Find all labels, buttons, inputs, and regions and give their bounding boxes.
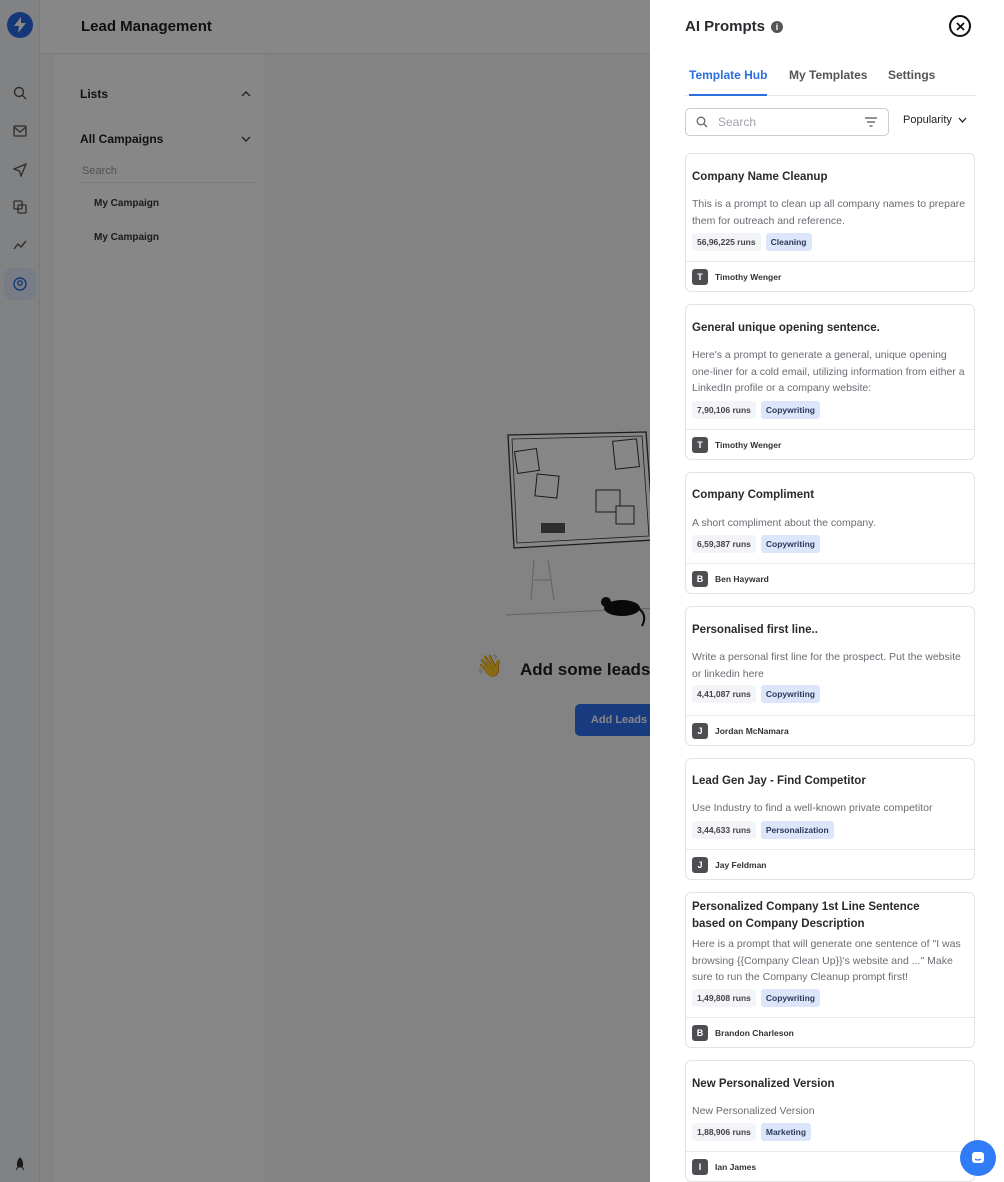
chat-support-button[interactable] xyxy=(960,1140,996,1176)
category-tag: Cleaning xyxy=(765,233,812,251)
prompt-card-description: New Personalized Version xyxy=(692,1105,815,1117)
prompt-card-footer: T Timothy Wenger xyxy=(686,429,974,459)
run-count: 1,49,808 runs xyxy=(692,989,756,1007)
prompt-card-meta: 4,41,087 runs Copywriting xyxy=(692,685,820,703)
author-name: Brandon Charleson xyxy=(715,1027,794,1038)
category-tag: Marketing xyxy=(760,1123,812,1141)
prompt-card-footer: I Ian James xyxy=(686,1151,974,1181)
avatar: T xyxy=(692,436,708,453)
prompt-card-title: General unique opening sentence. xyxy=(692,322,880,334)
prompt-card[interactable]: Company Name Cleanup This is a prompt to… xyxy=(685,153,975,292)
prompt-card-description: Write a personal first line for the pros… xyxy=(692,651,961,680)
prompt-card-description: Here's a prompt to generate a general, u… xyxy=(692,349,965,394)
prompt-card-footer: T Timothy Wenger xyxy=(686,261,974,291)
drawer-tabs: Template Hub My Templates Settings xyxy=(685,60,976,96)
prompt-card[interactable]: General unique opening sentence. Here's … xyxy=(685,304,975,460)
drawer-title: AI Prompts i xyxy=(685,18,784,35)
prompt-card-title: Company Name Cleanup xyxy=(692,171,828,183)
prompt-card-meta: 56,96,225 runs Cleaning xyxy=(692,233,812,251)
category-tag: Copywriting xyxy=(760,401,820,419)
author-name: Jordan McNamara xyxy=(715,725,789,736)
avatar: T xyxy=(692,268,708,285)
info-icon[interactable]: i xyxy=(771,20,784,33)
avatar: B xyxy=(692,570,708,587)
prompt-card-description: Use Industry to find a well-known privat… xyxy=(692,802,933,814)
prompt-card-meta: 3,44,633 runs Personalization xyxy=(692,821,834,839)
prompt-card-description: This is a prompt to clean up all company… xyxy=(692,198,966,227)
chat-icon xyxy=(972,1152,984,1163)
prompt-card-description: Here is a prompt that will generate one … xyxy=(692,938,961,983)
ai-prompts-drawer: AI Prompts i Template Hub My Templates S… xyxy=(650,0,1004,1182)
template-search-input[interactable]: Search xyxy=(685,108,889,136)
run-count: 7,90,106 runs xyxy=(692,401,756,419)
run-count: 3,44,633 runs xyxy=(692,821,756,839)
run-count: 56,96,225 runs xyxy=(692,233,761,251)
sort-dropdown[interactable]: Popularity xyxy=(903,114,967,126)
category-tag: Copywriting xyxy=(760,685,820,703)
prompt-card-description: A short compliment about the company. xyxy=(692,517,876,529)
avatar: J xyxy=(692,856,708,873)
prompt-card-meta: 7,90,106 runs Copywriting xyxy=(692,401,820,419)
avatar: J xyxy=(692,722,708,739)
prompt-card[interactable]: Personalized Company 1st Line Sentence b… xyxy=(685,892,975,1048)
prompt-card[interactable]: Company Compliment A short compliment ab… xyxy=(685,472,975,594)
prompt-card-footer: B Ben Hayward xyxy=(686,563,974,593)
tab-my-templates[interactable]: My Templates xyxy=(789,68,867,94)
prompt-card-title: New Personalized Version xyxy=(692,1078,835,1090)
avatar: B xyxy=(692,1024,708,1041)
prompt-card-meta: 1,49,808 runs Copywriting xyxy=(692,989,820,1007)
prompt-card-title: Personalised first line.. xyxy=(692,624,818,636)
author-name: Ben Hayward xyxy=(715,573,769,584)
prompt-card[interactable]: New Personalized Version New Personalize… xyxy=(685,1060,975,1182)
author-name: Ian James xyxy=(715,1161,757,1172)
avatar: I xyxy=(692,1158,708,1175)
category-tag: Personalization xyxy=(760,821,834,839)
prompt-card-footer: J Jordan McNamara xyxy=(686,715,974,745)
category-tag: Copywriting xyxy=(760,989,820,1007)
filter-icon[interactable] xyxy=(864,117,878,127)
prompt-card-title: Personalized Company 1st Line Sentence b… xyxy=(692,901,920,930)
prompt-card-footer: B Brandon Charleson xyxy=(686,1017,974,1047)
tab-template-hub[interactable]: Template Hub xyxy=(689,68,768,96)
close-icon xyxy=(955,21,965,31)
sort-label: Popularity xyxy=(903,114,952,126)
author-name: Timothy Wenger xyxy=(715,439,782,450)
category-tag: Copywriting xyxy=(760,535,820,553)
prompt-card-title: Company Compliment xyxy=(692,489,815,501)
run-count: 6,59,387 runs xyxy=(692,535,756,553)
search-icon xyxy=(696,116,708,128)
search-placeholder: Search xyxy=(718,115,757,129)
prompt-card[interactable]: Lead Gen Jay - Find Competitor Use Indus… xyxy=(685,758,975,880)
prompt-card-title: Lead Gen Jay - Find Competitor xyxy=(692,775,866,787)
chevron-down-icon xyxy=(958,117,967,123)
prompt-card-meta: 1,88,906 runs Marketing xyxy=(692,1123,812,1141)
run-count: 4,41,087 runs xyxy=(692,685,756,703)
tab-settings[interactable]: Settings xyxy=(888,68,935,94)
close-button[interactable] xyxy=(949,15,971,37)
run-count: 1,88,906 runs xyxy=(692,1123,756,1141)
drawer-title-text: AI Prompts xyxy=(685,18,766,35)
author-name: Timothy Wenger xyxy=(715,271,782,282)
author-name: Jay Feldman xyxy=(715,859,767,870)
prompt-card-footer: J Jay Feldman xyxy=(686,849,974,879)
prompt-card-meta: 6,59,387 runs Copywriting xyxy=(692,535,820,553)
prompt-card[interactable]: Personalised first line.. Write a person… xyxy=(685,606,975,746)
modal-overlay[interactable] xyxy=(0,0,650,1182)
